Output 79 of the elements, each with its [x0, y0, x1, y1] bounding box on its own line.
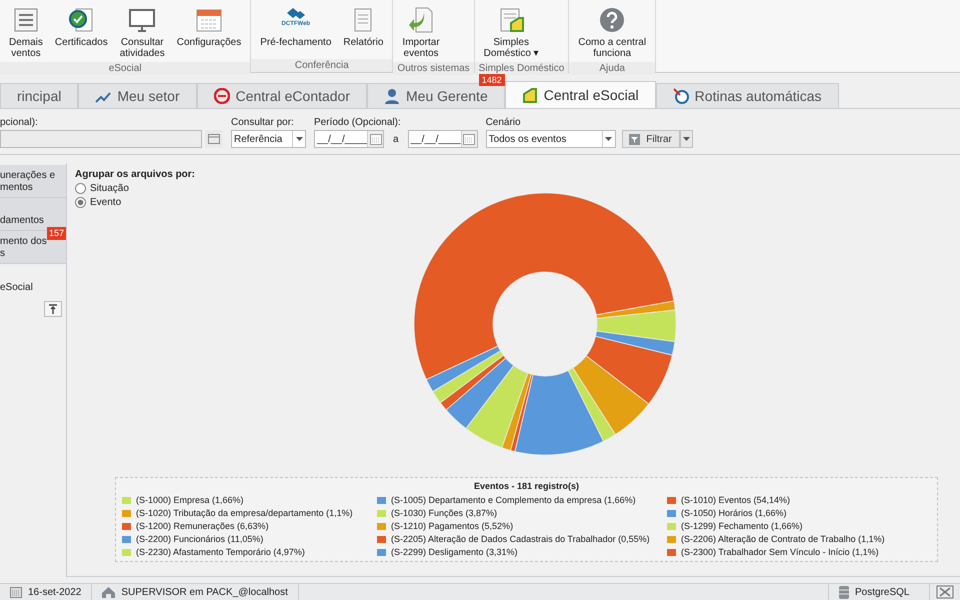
house-icon — [102, 586, 116, 598]
ribbon-button[interactable]: Consultar atividades — [114, 4, 170, 62]
table-icon-button[interactable] — [205, 130, 223, 148]
dropdown-arrow-icon — [296, 137, 302, 141]
certificate-icon — [68, 7, 94, 33]
sidebar-item[interactable]: unerações e mentos — [0, 165, 66, 198]
legend-label: (S-2299) Desligamento (3,31%) — [391, 547, 518, 558]
ribbon-group-label: Ajuda — [569, 62, 656, 75]
date-field[interactable]: __/__/____ — [314, 130, 384, 148]
select-field[interactable]: Referência — [231, 130, 306, 148]
filter-button[interactable]: Filtrar — [622, 130, 680, 148]
tab[interactable]: Central eSocial — [504, 81, 656, 108]
monitor-icon — [129, 7, 156, 33]
ribbon-group-label: eSocial — [0, 62, 250, 75]
field-label: Período (Opcional): — [314, 117, 402, 128]
input-field[interactable] — [0, 130, 202, 148]
person-icon — [384, 88, 400, 104]
legend-label: (S-1050) Horários (1,66%) — [681, 508, 787, 518]
ribbon-button[interactable]: Configurações — [172, 4, 246, 62]
tab[interactable]: Rotinas automáticas — [656, 83, 839, 108]
legend-label: (S-2200) Funcionários (11,05%) — [136, 534, 264, 544]
radio-option[interactable]: Evento — [75, 197, 122, 208]
disconnect-icon — [936, 585, 954, 600]
document-icon — [498, 7, 524, 33]
count-badge: 157 — [46, 227, 66, 240]
legend-label: (S-2206) Alteração de Contrato de Trabalho (1,1%) — [681, 534, 885, 544]
ribbon-button[interactable]: Certificados — [50, 4, 113, 62]
calendar-icon — [196, 7, 222, 33]
tab[interactable]: Meu setor — [78, 83, 197, 108]
legend-label: (S-2205) Alteração de Dados Cadastrais do Trabalhador (0,55%) — [391, 534, 650, 544]
calendar-icon — [10, 586, 22, 598]
ribbon-group-label: Simples Doméstico — [474, 62, 568, 75]
dropdown-arrow-icon — [682, 137, 690, 141]
dropdown-button[interactable] — [680, 130, 693, 148]
legend-label: (S-1005) Departamento e Complemento da empresa (1,66%) — [391, 495, 636, 506]
dropdown-arrow-icon — [605, 137, 612, 141]
database-icon — [839, 586, 849, 599]
select-field[interactable]: Todos os eventos — [486, 130, 616, 148]
pin-icon — [48, 304, 58, 314]
calendar-icon — [370, 134, 382, 144]
pin-button[interactable] — [44, 301, 62, 318]
ribbon-group-label: Outros sistemas — [393, 62, 474, 75]
legend-label: (S-2230) Afastamento Temporário (4,97%) — [136, 547, 305, 558]
legend-label: (S-1020) Tributação da empresa/departamento (1,1%) — [136, 508, 353, 518]
legend-label: (S-1030) Funções (3,87%) — [391, 508, 498, 518]
legend-label: (S-1299) Fechamento (1,66%) — [681, 521, 803, 532]
ribbon-button[interactable]: Simples Doméstico ▾ — [478, 4, 544, 62]
range-separator: a — [392, 134, 400, 144]
ribbon-button[interactable]: Importar eventos — [397, 4, 445, 62]
status-database: PostgreSQL — [855, 586, 910, 598]
ribbon-button[interactable]: Demais ventos — [4, 4, 48, 62]
status-date: 16-set-2022 — [28, 586, 82, 598]
legend-label: (S-1010) Eventos (54,14%) — [681, 495, 790, 506]
ribbon-button[interactable]: Relatório — [338, 4, 388, 59]
legend-title: Eventos - 181 registro(s) — [472, 481, 580, 492]
radio-button[interactable] — [75, 197, 86, 208]
radio-option[interactable]: Situação — [75, 183, 129, 194]
count-badge: 1482 — [478, 74, 505, 86]
help-icon — [599, 7, 626, 33]
calendar-icon — [463, 134, 476, 144]
field-label: Cenário — [486, 117, 522, 128]
group-by-label: Agrupar os arquivos por: — [75, 169, 196, 180]
date-field[interactable]: __/__/____ — [408, 130, 478, 148]
status-user: SUPERVISOR em PACK_@localhost — [121, 586, 288, 598]
tab[interactable]: Central eContador — [196, 83, 368, 108]
legend-label: (S-1210) Pagamentos (5,52%) — [391, 521, 514, 532]
radio-button[interactable] — [75, 183, 86, 194]
field-label: pcional): — [0, 117, 39, 128]
ribbon-group-label: Conferência — [251, 59, 392, 72]
legend-label: (S-2300) Trabalhador Sem Vínculo - Início (1,1%) — [681, 547, 879, 558]
field-label: Consultar por: — [231, 117, 295, 128]
legend-label: (S-1000) Empresa (1,66%) — [136, 495, 244, 506]
import-icon — [408, 7, 434, 33]
ribbon-button[interactable]: Como a central funciona — [573, 4, 652, 62]
filter-icon — [629, 134, 640, 144]
tab[interactable]: Meu Gerente — [367, 83, 505, 108]
legend-label: (S-1200) Remunerações (6,63%) — [136, 521, 269, 532]
tab[interactable]: rincipal — [0, 83, 78, 108]
list-icon — [12, 7, 39, 33]
